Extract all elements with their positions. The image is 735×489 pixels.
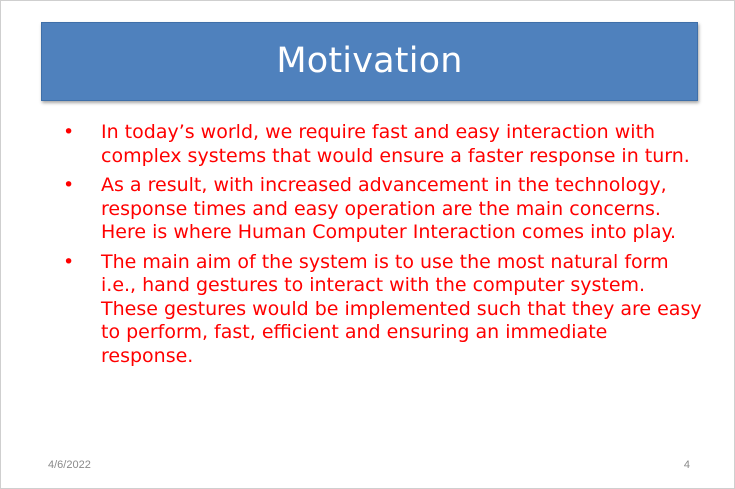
bullet-item: • As a result, with increased advancemen… — [63, 174, 703, 245]
footer-date: 4/6/2022 — [48, 459, 91, 471]
bullet-text: As a result, with increased advancement … — [101, 174, 677, 243]
bullet-icon: • — [63, 250, 75, 273]
slide-title: Motivation — [276, 41, 463, 81]
bullet-item: • The main aim of the system is to use t… — [63, 251, 703, 369]
title-bar: Motivation — [41, 22, 698, 101]
bullet-icon: • — [63, 174, 75, 196]
slide: Motivation • In today’s world, we requir… — [0, 0, 735, 489]
bullet-icon: • — [63, 121, 75, 143]
bullet-item: • In today’s world, we require fast and … — [63, 121, 703, 168]
bullet-text: The main aim of the system is to use the… — [101, 250, 702, 367]
bullet-list: • In today’s world, we require fast and … — [63, 121, 703, 374]
page-number: 4 — [683, 459, 690, 471]
bullet-text: In today’s world, we require fast and ea… — [101, 121, 690, 167]
